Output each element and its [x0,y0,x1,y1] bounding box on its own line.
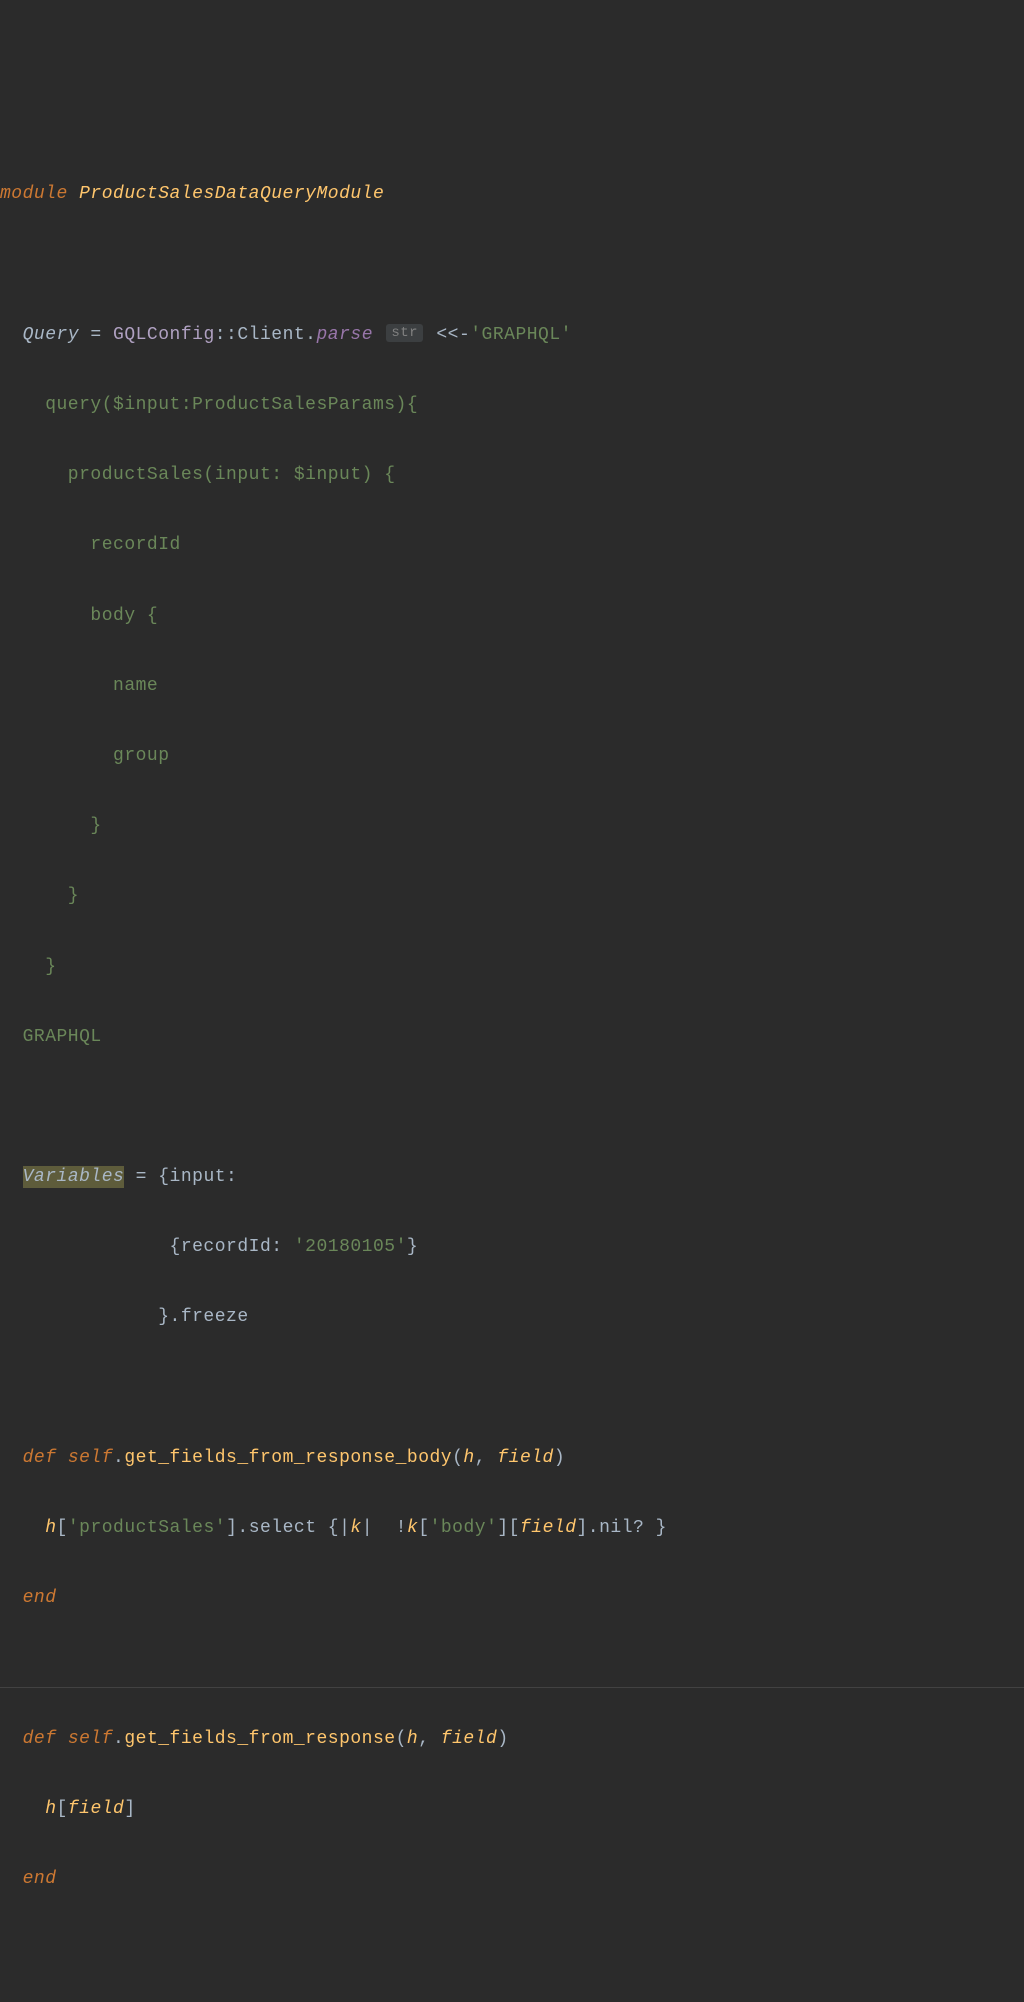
param-h: h [463,1448,474,1468]
code-line[interactable] [0,1932,1024,1967]
keyword-def: def [23,1729,57,1749]
code-line[interactable]: Variables = {input: [0,1160,1024,1195]
code-line[interactable] [0,248,1024,283]
code-line[interactable]: def self.get_fields_from_response(h, fie… [0,1722,1024,1757]
constant: GQLConfig [113,325,215,345]
param-h: h [407,1729,418,1749]
code-line[interactable]: module ProductSalesDataQueryModule [0,177,1024,212]
code-line[interactable]: name [0,669,1024,704]
code-line[interactable]: query($input:ProductSalesParams){ [0,388,1024,423]
constant-query: Query [23,325,80,345]
keyword-def: def [23,1448,57,1468]
code-line[interactable]: {recordId: '20180105'} [0,1230,1024,1265]
code-line[interactable]: h[field] [0,1792,1024,1827]
code-line[interactable]: group [0,739,1024,774]
code-line[interactable]: end [0,1581,1024,1616]
heredoc-content: query($input:ProductSalesParams){ [0,395,418,415]
keyword-module: module [0,184,68,204]
code-line[interactable]: } [0,950,1024,985]
code-line[interactable]: } [0,879,1024,914]
param-field: field [497,1448,554,1468]
method-name: get_fields_from_response [124,1729,395,1749]
code-line[interactable]: recordId [0,528,1024,563]
code-line[interactable]: productSales(input: $input) { [0,458,1024,493]
inlay-hint-str: str [386,324,423,342]
code-line[interactable] [0,1090,1024,1125]
code-line[interactable]: } [0,809,1024,844]
code-line[interactable]: Query = GQLConfig::Client.parse str <<-'… [0,318,1024,353]
method-separator [0,1687,1024,1688]
code-line[interactable] [0,1371,1024,1406]
heredoc-end: GRAPHQL [0,1027,102,1047]
code-line[interactable]: }.freeze [0,1300,1024,1335]
code-line[interactable]: body { [0,599,1024,634]
keyword-end: end [23,1869,57,1889]
code-line[interactable]: def self.get_fields_from_response_body(h… [0,1441,1024,1476]
method-name: get_fields_from_response_body [124,1448,452,1468]
code-line[interactable]: end [0,1862,1024,1897]
string-literal: '20180105' [294,1237,407,1257]
param-field: field [441,1729,498,1749]
code-line[interactable]: h['productSales'].select {|k| !k['body']… [0,1511,1024,1546]
method-parse: parse [316,325,373,345]
keyword-end: end [23,1588,57,1608]
heredoc-tag: 'GRAPHQL' [470,325,572,345]
constant-variables-highlighted: Variables [23,1166,125,1188]
code-line[interactable]: GRAPHQL [0,1020,1024,1055]
module-name: ProductSalesDataQueryModule [79,184,384,204]
code-editor[interactable]: module ProductSalesDataQueryModule Query… [0,142,1024,2002]
code-line[interactable] [0,1651,1024,1686]
